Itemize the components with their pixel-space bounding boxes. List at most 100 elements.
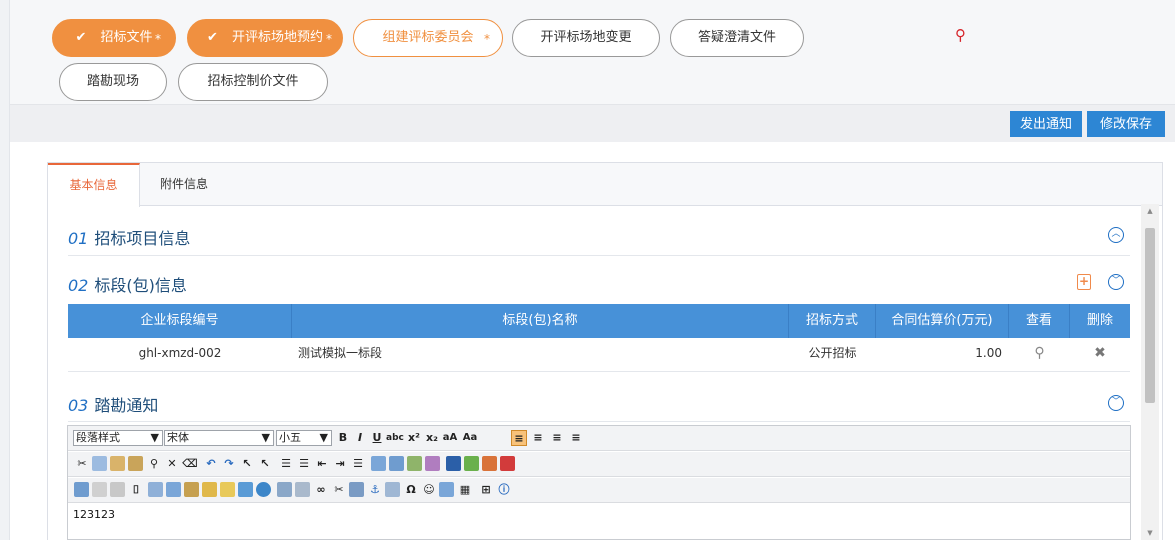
emoticon-icon[interactable]: ☺ (421, 482, 437, 498)
undo-icon[interactable]: ↶ (203, 456, 219, 472)
view-icon[interactable]: ⚲ (1009, 338, 1070, 368)
step-control-price[interactable]: 招标控制价文件 (178, 63, 328, 101)
cut-icon[interactable]: ✂ (74, 456, 90, 472)
font-size-select[interactable]: 小五 ▼ (276, 430, 332, 446)
align-right-icon[interactable]: ≡ (549, 430, 565, 446)
outdent-icon[interactable]: ⇤ (314, 456, 330, 472)
save-changes-button[interactable]: 修改保存 (1087, 111, 1165, 137)
step-bid-document[interactable]: ✔ 招标文件 * (52, 19, 176, 57)
eraser-icon[interactable]: ⌫ (182, 456, 198, 472)
paste-text-icon[interactable] (128, 456, 143, 471)
section-project-info[interactable]: 01 招标项目信息 (68, 225, 190, 249)
step-venue-change[interactable]: 开评标场地变更 (512, 19, 660, 57)
media-icon[interactable] (425, 456, 440, 471)
step-label: 招标文件 (100, 30, 153, 45)
vertical-scrollbar[interactable]: ▲ ▼ (1141, 204, 1159, 540)
highlighter-icon[interactable] (220, 482, 235, 497)
editor-toolbar-row-3: ⌷ ∞ ✂ ⚓ Ω ☺ ▦ ⊞ ⓘ (68, 478, 1130, 503)
font-color-icon[interactable]: aA (442, 430, 458, 446)
expand-icon[interactable]: ﹀ (1108, 395, 1124, 411)
ordered-list-icon[interactable]: ☰ (278, 456, 294, 472)
strikethrough-icon[interactable]: abc (386, 430, 404, 446)
underline-icon[interactable]: U (369, 430, 385, 446)
expand-icon[interactable]: ﹀ (1108, 274, 1124, 290)
step-venue-booking[interactable]: ✔ 开评标场地预约 * (187, 19, 343, 57)
highlight-icon[interactable]: Aa (462, 430, 478, 446)
col-header-method[interactable]: 招标方式 (789, 304, 876, 338)
step-label: 开评标场地预约 (231, 30, 323, 45)
copy-icon[interactable] (92, 456, 107, 471)
remove-format-icon[interactable]: ✕ (164, 456, 180, 472)
pdf-icon[interactable] (500, 456, 515, 471)
map-icon[interactable] (349, 482, 364, 497)
grid-icon[interactable]: ▦ (457, 482, 473, 498)
delete-icon[interactable]: ✖ (1070, 338, 1130, 368)
screenshot-icon[interactable] (439, 482, 454, 497)
select-all-icon[interactable]: ↖ (257, 456, 273, 472)
preview-icon[interactable] (238, 482, 253, 497)
tab-basic-info[interactable]: 基本信息 (48, 163, 140, 207)
word-icon[interactable] (446, 456, 461, 471)
indent-icon[interactable]: ⇥ (332, 456, 348, 472)
subscript-icon[interactable]: x₂ (424, 430, 440, 446)
table-icon[interactable] (385, 482, 400, 497)
text-box-icon[interactable] (371, 456, 386, 471)
redo-icon[interactable]: ↷ (221, 456, 237, 472)
editor-content[interactable]: 123123 (73, 508, 115, 521)
send-notice-button[interactable]: 发出通知 (1010, 111, 1082, 137)
image-icon[interactable] (407, 456, 422, 471)
col-header-name[interactable]: 标段(包)名称 (292, 304, 789, 338)
paste-icon[interactable] (110, 456, 125, 471)
line-height-icon[interactable]: ☰ (350, 456, 366, 472)
scroll-thumb[interactable] (1145, 228, 1155, 403)
section-survey-notice[interactable]: 03 踏勘通知 (68, 392, 158, 416)
align-justify-icon[interactable]: ≡ (568, 430, 584, 446)
insert-code-icon[interactable] (184, 482, 199, 497)
template-icon[interactable] (148, 482, 163, 497)
attachment-icon[interactable]: ⌷ (128, 482, 144, 498)
superscript-icon[interactable]: x² (406, 430, 422, 446)
excel-icon[interactable] (464, 456, 479, 471)
tab-attachments[interactable]: 附件信息 (140, 163, 228, 206)
select-icon[interactable]: ↖ (239, 456, 255, 472)
paragraph-style-select[interactable]: 段落样式 ▼ (73, 430, 163, 446)
video-icon[interactable] (110, 482, 125, 497)
horizontal-line-icon[interactable] (277, 482, 292, 497)
col-header-price[interactable]: 合同估算价(万元) (876, 304, 1009, 338)
align-center-icon[interactable]: ≡ (530, 430, 546, 446)
grid-header: 企业标段编号 标段(包)名称 招标方式 合同估算价(万元) 查看 删除 (68, 304, 1130, 338)
unordered-list-icon[interactable]: ☰ (296, 456, 312, 472)
form-icon[interactable] (166, 482, 181, 497)
collapse-icon[interactable]: ︿ (1108, 227, 1124, 243)
web-icon[interactable] (256, 482, 271, 497)
pin-icon[interactable]: ⚲ (955, 26, 966, 44)
unlink-icon[interactable]: ✂ (331, 482, 347, 498)
flash-icon[interactable] (92, 482, 107, 497)
insert-image-icon[interactable] (74, 482, 89, 497)
col-header-code[interactable]: 企业标段编号 (68, 304, 292, 338)
find-icon[interactable]: ⚲ (146, 456, 162, 472)
font-family-select[interactable]: 宋体 ▼ (164, 430, 274, 446)
step-committee[interactable]: 组建评标委员会 * (353, 19, 503, 57)
italic-icon[interactable]: I (352, 430, 368, 446)
fullscreen-icon[interactable]: ⊞ (478, 482, 494, 498)
step-clarification[interactable]: 答疑澄清文件 (670, 19, 804, 57)
special-char-icon[interactable]: Ω (403, 482, 419, 498)
bold-icon[interactable]: B (335, 430, 351, 446)
page-break-icon[interactable] (295, 482, 310, 497)
add-lot-icon[interactable]: + (1077, 274, 1091, 290)
tab-bar: 基本信息 附件信息 (48, 163, 1162, 207)
action-toolbar (10, 104, 1175, 142)
scroll-up-icon[interactable]: ▲ (1141, 204, 1159, 218)
scroll-down-icon[interactable]: ▼ (1141, 526, 1159, 540)
brush-icon[interactable] (202, 482, 217, 497)
cell-name: 测试模拟一标段 (298, 346, 383, 360)
link-icon[interactable]: ∞ (313, 482, 329, 498)
section-lot-info[interactable]: 02 标段(包)信息 (68, 272, 187, 296)
align-left-icon[interactable]: ≡ (511, 430, 527, 446)
anchor-icon[interactable]: ⚓ (367, 482, 383, 498)
text-box-alt-icon[interactable] (389, 456, 404, 471)
powerpoint-icon[interactable] (482, 456, 497, 471)
step-site-survey[interactable]: 踏勘现场 (59, 63, 167, 101)
help-icon[interactable]: ⓘ (496, 482, 512, 498)
